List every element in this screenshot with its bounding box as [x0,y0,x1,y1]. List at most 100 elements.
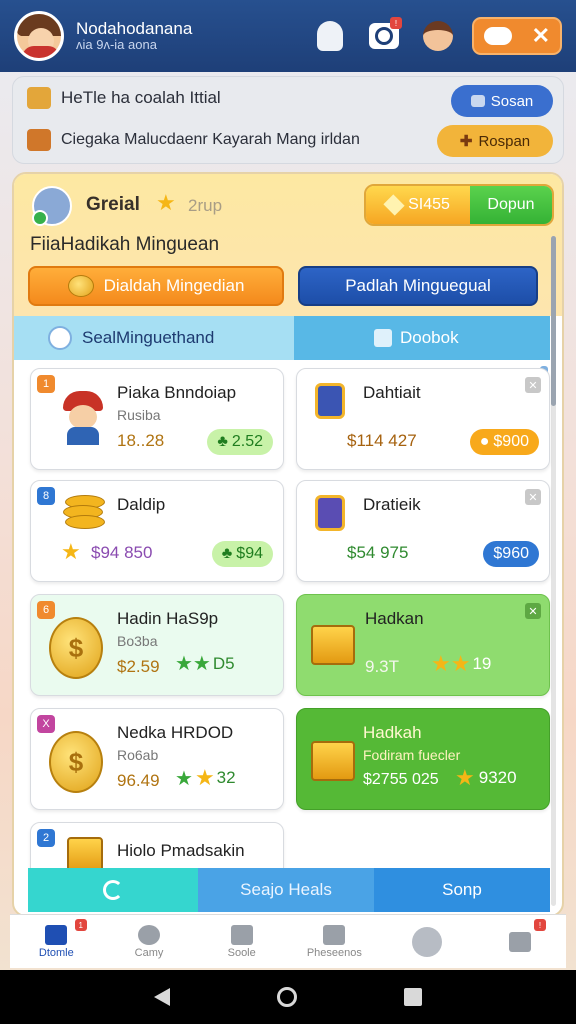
guild-name: Greial [86,194,140,215]
orange-action-button[interactable]: Dialdah Mingedian [28,266,284,306]
rating: ★★ D5 [175,651,235,676]
list-item[interactable]: Hadkah Fodiram fuecler $2755 025 ★ 9320 [296,708,550,810]
currency-pill[interactable]: SI455 Dopun [364,184,554,226]
rospan-button[interactable]: ✚ Rospan [437,125,553,157]
list-item[interactable]: 1 Piaka Bnndoiap Rusiba 18..28 ♣ 2.52 [30,368,284,470]
item-tag: X [37,715,55,733]
money-bag-icon: $ [49,731,103,793]
item-pill-value: 2.52 [231,433,263,450]
guild-avatar[interactable] [32,186,72,226]
ghost-icon[interactable] [310,16,350,56]
item-pill[interactable]: ♣ 2.52 [207,429,273,455]
item-pill-value: $900 [493,433,529,450]
item-sub: Bo3ba [117,633,158,649]
panel-header: Greial ★ 2rup SI455 Dopun FiiaHadikah Mi… [14,174,562,316]
panel-tabs: SealMinguethand Doobok [14,316,550,360]
friend-avatar-icon[interactable] [418,16,458,56]
character-icon [63,391,103,445]
home-circle-icon[interactable] [276,987,297,1007]
tab-swirl[interactable] [28,868,198,912]
tab2-label: Doobok [400,328,459,347]
item-title: Nedka HRDOD [117,723,234,742]
list-item[interactable]: 8 Daldip ★ $94 850 ♣ $94 [30,480,284,582]
item-pill-value: $960 [493,545,529,562]
close-icon[interactable]: ✕ [525,377,541,393]
scrollbar-thumb[interactable] [551,236,556,406]
tab-sealminguethand[interactable]: SealMinguethand [14,316,294,360]
panel-title: FiiaHadikah Minguean [30,234,220,255]
item-pill[interactable]: $960 [483,541,539,567]
list-item[interactable]: ✕ Dratieik $54 975 $960 [296,480,550,582]
star-icon: ★ [156,190,176,215]
item-value: 18..28 [117,431,165,450]
plus-icon: ✚ [459,133,473,150]
item-title: Piaka Bnndoiap [117,383,237,402]
cube-icon [27,87,51,109]
nav-home[interactable]: Dtomle 1 [10,915,103,968]
star-icon: ★ [194,765,215,790]
item-value: $2.59 [117,657,160,676]
close-icon[interactable]: ✕ [525,489,541,505]
item-sub: Ro6ab [117,747,159,763]
cloud-icon [483,27,512,45]
rating-value: 9320 [478,768,517,787]
tab-doobok[interactable]: Doobok [294,316,550,360]
nav-more-badge: ! [534,919,547,931]
item-value: $114 427 [347,431,417,450]
back-icon[interactable] [153,988,170,1006]
star-icon: ★ [175,767,193,790]
guild-sub: 2rup [188,196,223,215]
list-item[interactable]: X $ Nedka HRDOD Ro6ab 96.49 ★ ★ 32 [30,708,284,810]
item-pill[interactable]: ♣ $94 [211,541,273,567]
item-pill[interactable]: ● $900 [469,429,539,455]
list-item[interactable]: 6 $ Hadin HaS9p Bo3ba $2.59 ★★ D5 [30,594,284,696]
coin-icon: ● [479,433,490,450]
blue-action-button[interactable]: Padlah Minguegual [298,266,538,306]
item-title: Dratieik [363,495,421,514]
nav-home-badge: 1 [74,919,87,931]
cloud-close-button[interactable]: ✕ [472,17,562,55]
item-title: Dahtiait [363,383,421,402]
folder-icon [323,924,346,945]
camera-icon[interactable]: ! [364,16,404,56]
camera-badge: ! [390,17,402,29]
rating: ★ 9320 [455,765,517,791]
star-icon: ★★ [175,653,211,675]
nav-camy[interactable]: Camy [103,915,196,968]
nav-soole[interactable]: Soole [195,915,288,968]
nav-home-label: Dtomle [38,946,74,959]
gold-box-icon [311,741,355,781]
item-pill-value: $94 [236,545,263,562]
package-icon [27,129,51,151]
item-tag: 1 [37,375,55,393]
nav-more[interactable]: ! [473,915,566,968]
coin-icon [48,326,72,350]
home-icon [45,924,68,945]
close-icon: ✕ [531,23,551,48]
rating: ★ ★ 32 [175,765,236,791]
user-avatar[interactable] [14,11,64,61]
recent-apps-icon[interactable] [404,988,423,1006]
item-title: Hadkah [363,723,422,742]
list-item[interactable]: ✕ Dahtiait $114 427 ● $900 [296,368,550,470]
item-value: 96.49 [117,771,160,790]
nav-profile[interactable] [381,915,474,968]
profile-icon [412,926,443,957]
dopun-button[interactable]: Dopun [470,186,552,224]
item-tag: 2 [37,829,55,847]
apps-icon [508,931,531,952]
bottom-tabs: Seajo Heals Sonp [28,868,550,912]
close-icon[interactable]: ✕ [525,603,541,619]
book-icon [374,329,392,347]
item-sub: Rusiba [117,407,161,423]
chip-icon [470,95,485,107]
tab-sonp[interactable]: Sonp [374,868,550,912]
clover-icon: ♣ [217,433,228,450]
list-item[interactable]: ✕ Hadkan 9.3T ★★ 19 [296,594,550,696]
swirl-icon [103,880,123,900]
gold-box-icon [311,625,355,665]
rating-value: D5 [212,653,235,673]
tab-seajo-heals[interactable]: Seajo Heals [198,868,374,912]
nav-pheseenos[interactable]: Pheseenos [288,915,381,968]
sosan-button[interactable]: Sosan [451,85,553,117]
